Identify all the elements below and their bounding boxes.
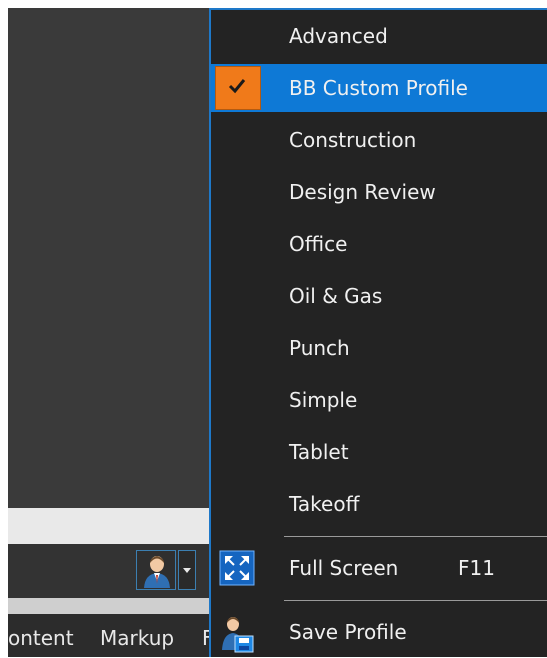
menu-item-label: Tablet xyxy=(289,440,349,464)
menu-item-label: BB Custom Profile xyxy=(289,76,468,100)
profile-button[interactable] xyxy=(136,550,176,590)
user-profile-icon xyxy=(144,556,170,588)
menu-item-tablet[interactable]: Tablet xyxy=(211,428,547,476)
shortcut-label: F11 xyxy=(458,556,495,580)
separator-strip xyxy=(8,598,228,614)
menu-item-oil-gas[interactable]: Oil & Gas xyxy=(211,272,547,320)
menu-item-label: Advanced xyxy=(289,24,388,48)
menu-item-label: Office xyxy=(289,232,348,256)
menu-item-label: Full Screen xyxy=(289,556,399,580)
application-window: ontent Markup F Advanced BB Custom Profi… xyxy=(0,0,547,657)
menu-item-label: Takeoff xyxy=(289,492,360,516)
checkmark-icon xyxy=(228,79,246,94)
fullscreen-icon xyxy=(219,550,255,586)
menu-item-office[interactable]: Office xyxy=(211,220,547,268)
status-bar xyxy=(8,544,228,598)
menu-item-construction[interactable]: Construction xyxy=(211,116,547,164)
menu-item-design-review[interactable]: Design Review xyxy=(211,168,547,216)
menu-item-label: Design Review xyxy=(289,180,436,204)
chevron-down-icon xyxy=(183,568,191,573)
menu-item-punch[interactable]: Punch xyxy=(211,324,547,372)
menu-item-save-profile[interactable]: Save Profile xyxy=(211,608,547,656)
document-canvas[interactable] xyxy=(8,8,228,508)
tab-markup[interactable]: Markup xyxy=(100,626,174,650)
ribbon-tab-bar: ontent Markup F xyxy=(8,614,228,657)
menu-item-simple[interactable]: Simple xyxy=(211,376,547,424)
menu-item-full-screen[interactable]: Full Screen F11 xyxy=(211,544,547,592)
menu-item-label: Construction xyxy=(289,128,417,152)
menu-separator xyxy=(284,536,547,537)
menu-item-bb-custom-profile[interactable]: BB Custom Profile xyxy=(211,64,547,112)
menu-item-label: Punch xyxy=(289,336,350,360)
profile-menu: Advanced BB Custom Profile Construction … xyxy=(209,8,547,657)
checkmark-box xyxy=(215,66,261,110)
tab-content[interactable]: ontent xyxy=(8,626,74,650)
menu-item-takeoff[interactable]: Takeoff xyxy=(211,480,547,528)
menu-item-advanced[interactable]: Advanced xyxy=(211,12,547,60)
menu-item-label: Save Profile xyxy=(289,620,407,644)
horizontal-scrollbar-area xyxy=(8,508,228,544)
save-profile-icon xyxy=(219,614,255,653)
menu-separator xyxy=(284,600,547,601)
profile-dropdown-button[interactable] xyxy=(178,550,196,590)
menu-item-label: Oil & Gas xyxy=(289,284,383,308)
menu-item-label: Simple xyxy=(289,388,358,412)
